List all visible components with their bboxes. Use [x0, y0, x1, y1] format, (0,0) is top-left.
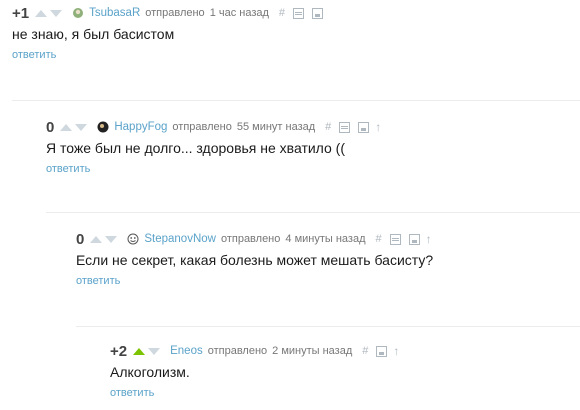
upvote-icon[interactable]	[35, 9, 48, 17]
timestamp-link[interactable]: 1 час назад	[210, 7, 269, 19]
posted-label: отправлено	[145, 7, 205, 19]
comment-meta: +1 TsubasaR отправлено 1 час назад #	[12, 4, 331, 22]
timestamp-link[interactable]: 4 минуты назад	[285, 233, 365, 245]
show-comment-icon[interactable]	[339, 121, 351, 133]
downvote-icon[interactable]	[105, 235, 118, 243]
posted-label: отправлено	[172, 121, 232, 133]
comment-4: +2 Eneos отправлено 2 минуты назад # ↑ А…	[110, 342, 407, 400]
upvote-icon[interactable]	[60, 123, 73, 131]
author-link[interactable]: StepanovNow	[144, 233, 216, 245]
posted-label: отправлено	[207, 345, 268, 357]
reply-link[interactable]: ответить	[12, 49, 331, 61]
author-link[interactable]: TsubasaR	[89, 7, 140, 19]
downvote-icon[interactable]	[75, 123, 88, 131]
comment-meta: 0 StepanovNow отправлено 4 минуты назад …	[76, 230, 440, 248]
parent-comment-arrow-icon[interactable]: ↑	[375, 120, 381, 134]
divider	[46, 212, 580, 213]
divider	[12, 100, 580, 101]
comment-rating: +1	[12, 4, 30, 22]
comment-3: 0 StepanovNow отправлено 4 минуты назад …	[76, 230, 440, 288]
comment-text: Я тоже был не долго... здоровья не хвати…	[46, 140, 345, 156]
upvote-icon[interactable]	[90, 235, 103, 243]
downvote-icon[interactable]	[50, 9, 63, 17]
save-comment-icon[interactable]	[358, 121, 370, 133]
upvote-icon[interactable]	[133, 347, 146, 355]
timestamp-link[interactable]: 55 минут назад	[237, 121, 315, 133]
avatar-icon[interactable]	[127, 233, 139, 245]
save-comment-icon[interactable]	[312, 7, 324, 19]
comment-1: +1 TsubasaR отправлено 1 час назад # не …	[12, 4, 331, 61]
divider	[76, 326, 580, 327]
comment-rating: 0	[76, 230, 85, 248]
comment-text: Если не секрет, какая болезнь может меша…	[76, 252, 434, 268]
reply-link[interactable]: ответить	[110, 387, 407, 399]
parent-comment-arrow-icon[interactable]: ↑	[426, 232, 432, 246]
comment-rating: 0	[46, 118, 55, 136]
avatar-icon[interactable]	[97, 121, 109, 133]
comment-meta: 0 HappyFog отправлено 55 минут назад # ↑	[46, 118, 389, 136]
comment-2: 0 HappyFog отправлено 55 минут назад # ↑…	[46, 118, 389, 176]
timestamp-link[interactable]: 2 минуты назад	[272, 345, 352, 357]
reply-link[interactable]: ответить	[46, 163, 389, 175]
downvote-icon[interactable]	[148, 347, 161, 355]
permalink-hash-icon[interactable]: #	[279, 7, 285, 19]
show-comment-icon[interactable]	[293, 7, 305, 19]
comment-meta: +2 Eneos отправлено 2 минуты назад # ↑	[110, 342, 407, 360]
permalink-hash-icon[interactable]: #	[376, 233, 382, 245]
parent-comment-arrow-icon[interactable]: ↑	[393, 344, 399, 358]
author-link[interactable]: Eneos	[170, 345, 203, 357]
author-link[interactable]: HappyFog	[114, 121, 167, 133]
comment-text: не знаю, я был басистом	[12, 26, 175, 42]
permalink-hash-icon[interactable]: #	[325, 121, 331, 133]
permalink-hash-icon[interactable]: #	[362, 345, 368, 357]
save-comment-icon[interactable]	[376, 345, 388, 357]
reply-link[interactable]: ответить	[76, 275, 440, 287]
posted-label: отправлено	[220, 233, 281, 245]
comment-rating: +2	[110, 342, 128, 360]
show-comment-icon[interactable]	[389, 233, 401, 245]
avatar-icon[interactable]	[72, 7, 84, 19]
save-comment-icon[interactable]	[408, 233, 420, 245]
comment-text: Алкоголизм.	[110, 364, 190, 380]
